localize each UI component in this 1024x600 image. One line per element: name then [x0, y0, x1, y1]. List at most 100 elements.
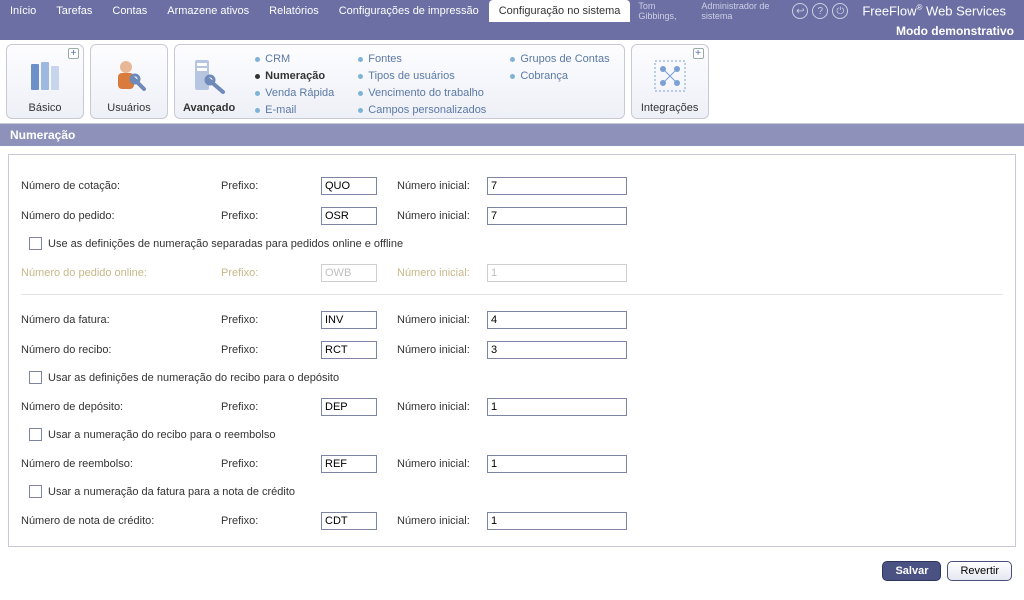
save-button[interactable]: Salvar [882, 561, 941, 581]
label-invoice-credit: Usar a numeração da fatura para a nota d… [48, 486, 295, 498]
link-grupos-contas[interactable]: Grupos de Contas [510, 53, 609, 65]
row-invoice: Número da fatura: Prefixo: Número inicia… [21, 305, 1003, 335]
label-prefix: Prefixo: [221, 314, 321, 326]
checkbox-split-orders[interactable] [29, 237, 42, 250]
brand-name: FreeFlow [862, 4, 916, 19]
label-deposit: Número de depósito: [21, 401, 221, 413]
link-email[interactable]: E-mail [255, 104, 334, 116]
label-invoice: Número da fatura: [21, 314, 221, 326]
input-receipt-prefix[interactable] [321, 341, 377, 359]
brand-suffix: Web Services [922, 4, 1006, 19]
label-initial: Número inicial: [397, 344, 487, 356]
chk-receipt-deposit-row[interactable]: Usar as definições de numeração do recib… [21, 365, 1003, 392]
menu-tarefas[interactable]: Tarefas [46, 0, 102, 22]
link-tipos-usuarios[interactable]: Tipos de usuários [358, 70, 486, 82]
separator [21, 294, 1003, 295]
menu-config-impressao[interactable]: Configurações de impressão [329, 0, 489, 22]
label-initial: Número inicial: [397, 267, 487, 279]
label-prefix: Prefixo: [221, 210, 321, 222]
input-deposit-prefix[interactable] [321, 398, 377, 416]
link-fontes[interactable]: Fontes [358, 53, 486, 65]
label-initial: Número inicial: [397, 180, 487, 192]
menu-armazene[interactable]: Armazene ativos [157, 0, 259, 22]
top-menu: Início Tarefas Contas Armazene ativos Re… [0, 0, 630, 22]
input-quote-prefix[interactable] [321, 177, 377, 195]
top-menu-bar: Início Tarefas Contas Armazene ativos Re… [0, 0, 1024, 22]
label-order: Número do pedido: [21, 210, 221, 222]
input-quote-num[interactable] [487, 177, 627, 195]
row-order: Número do pedido: Prefixo: Número inicia… [21, 201, 1003, 231]
label-receipt-refund: Usar a numeração do recibo para o reembo… [48, 429, 275, 441]
plus-icon[interactable]: + [68, 48, 79, 59]
ribbon-basic-label: Básico [28, 102, 61, 116]
label-split-orders: Use as definições de numeração separadas… [48, 238, 403, 250]
back-icon[interactable]: ↩ [792, 3, 808, 19]
label-initial: Número inicial: [397, 210, 487, 222]
user-name-block: Tom Gibbings, [630, 1, 693, 21]
checkbox-invoice-credit[interactable] [29, 485, 42, 498]
link-campos-personalizados[interactable]: Campos personalizados [358, 104, 486, 116]
ribbon-users-label: Usuários [107, 102, 150, 116]
books-icon [23, 54, 67, 98]
row-deposit: Número de depósito: Prefixo: Número inic… [21, 392, 1003, 422]
help-icon[interactable]: ? [812, 3, 828, 19]
link-cobranca[interactable]: Cobrança [510, 70, 609, 82]
ribbon-basic[interactable]: + Básico [6, 44, 84, 119]
link-vencimento[interactable]: Vencimento do trabalho [358, 87, 486, 99]
label-quote: Número de cotação: [21, 180, 221, 192]
chk-receipt-refund-row[interactable]: Usar a numeração do recibo para o reembo… [21, 422, 1003, 449]
checkbox-receipt-refund[interactable] [29, 428, 42, 441]
user-name: Tom Gibbings, [638, 1, 685, 21]
label-prefix: Prefixo: [221, 344, 321, 356]
mode-bar: Modo demonstrativo [0, 22, 1024, 40]
input-refund-num[interactable] [487, 455, 627, 473]
ribbon-advanced-label: Avançado [183, 102, 235, 116]
input-deposit-num[interactable] [487, 398, 627, 416]
advanced-links: CRM Numeração Venda Rápida E-mail Fontes… [249, 49, 615, 116]
label-prefix: Prefixo: [221, 401, 321, 413]
power-icon[interactable]: ⏻ [832, 3, 848, 19]
input-credit-prefix[interactable] [321, 512, 377, 530]
ribbon-integrations[interactable]: + Integrações [631, 44, 709, 119]
input-order-prefix[interactable] [321, 207, 377, 225]
chk-split-orders-row[interactable]: Use as definições de numeração separadas… [21, 231, 1003, 258]
link-numeracao[interactable]: Numeração [255, 70, 334, 82]
label-credit: Número de nota de crédito: [21, 515, 221, 527]
menu-contas[interactable]: Contas [102, 0, 157, 22]
row-receipt: Número do recibo: Prefixo: Número inicia… [21, 335, 1003, 365]
ribbon-users[interactable]: Usuários [90, 44, 168, 119]
label-refund: Número de reembolso: [21, 458, 221, 470]
input-order-num[interactable] [487, 207, 627, 225]
label-prefix: Prefixo: [221, 515, 321, 527]
input-invoice-num[interactable] [487, 311, 627, 329]
label-initial: Número inicial: [397, 515, 487, 527]
brand-label: FreeFlow® Web Services [852, 3, 1016, 18]
label-online-order: Número do pedido online: [21, 267, 221, 279]
link-venda-rapida[interactable]: Venda Rápida [255, 87, 334, 99]
row-refund: Número de reembolso: Prefixo: Número ini… [21, 449, 1003, 479]
row-online-order: Número do pedido online: Prefixo: Número… [21, 258, 1003, 288]
menu-relatorios[interactable]: Relatórios [259, 0, 329, 22]
label-initial: Número inicial: [397, 458, 487, 470]
row-credit: Número de nota de crédito: Prefixo: Núme… [21, 506, 1003, 536]
ribbon-advanced: Avançado CRM Numeração Venda Rápida E-ma… [174, 44, 625, 119]
label-prefix: Prefixo: [221, 458, 321, 470]
mode-label: Modo demonstrativo [896, 24, 1014, 38]
label-prefix: Prefixo: [221, 180, 321, 192]
chk-invoice-credit-row[interactable]: Usar a numeração da fatura para a nota d… [21, 479, 1003, 506]
input-receipt-num[interactable] [487, 341, 627, 359]
link-crm[interactable]: CRM [255, 53, 334, 65]
input-invoice-prefix[interactable] [321, 311, 377, 329]
plus-icon[interactable]: + [693, 48, 704, 59]
input-credit-num[interactable] [487, 512, 627, 530]
menu-inicio[interactable]: Início [0, 0, 46, 22]
user-role: Administrador de sistema [701, 1, 784, 21]
input-refund-prefix[interactable] [321, 455, 377, 473]
numbering-form: Número de cotação: Prefixo: Número inici… [8, 154, 1016, 547]
user-wrench-icon [107, 54, 151, 98]
label-prefix: Prefixo: [221, 267, 321, 279]
menu-config-sistema[interactable]: Configuração no sistema [489, 0, 631, 22]
input-online-prefix [321, 264, 377, 282]
checkbox-receipt-deposit[interactable] [29, 371, 42, 384]
revert-button[interactable]: Revertir [947, 561, 1012, 581]
